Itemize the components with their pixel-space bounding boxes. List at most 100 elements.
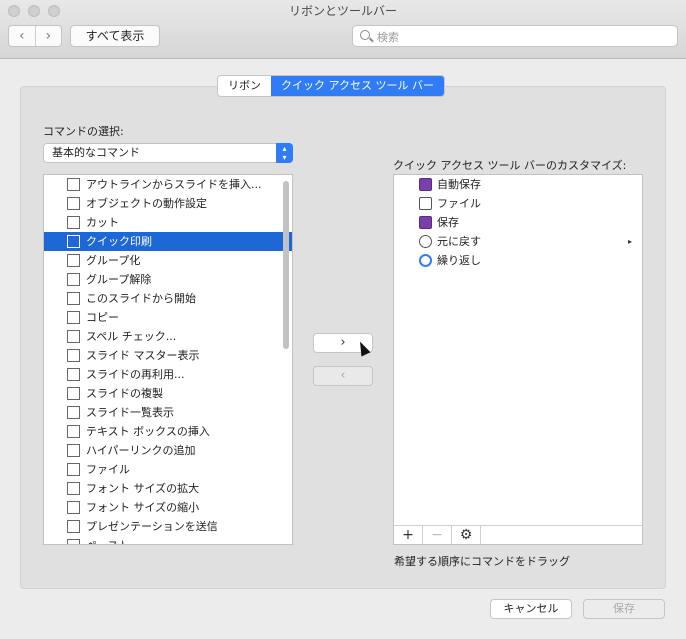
list-item[interactable]: プレゼンテーションを送信 — [44, 517, 292, 536]
command-icon — [67, 178, 80, 191]
commands-label: コマンドの選択: — [43, 125, 124, 138]
autosave-icon — [419, 178, 432, 191]
available-commands-list[interactable]: アウトラインからスライドを挿入... オブジェクトの動作設定 カットクイック印刷 グル… — [43, 174, 293, 545]
command-icon — [67, 292, 80, 305]
list-item-label: スライドの再利用... — [86, 368, 185, 381]
list-item[interactable]: オブジェクトの動作設定 — [44, 194, 292, 213]
command-icon — [67, 406, 80, 419]
list-item-label: 元に戻す — [437, 235, 481, 248]
customize-label: クイック アクセス ツール バーのカスタマイズ: — [393, 159, 627, 172]
list-item-label: 繰り返し — [437, 254, 481, 267]
list-item-label: このスライドから開始 — [86, 292, 196, 305]
list-item-label: フォント サイズの拡大 — [86, 482, 200, 495]
command-icon — [67, 482, 80, 495]
redo-icon — [419, 254, 432, 267]
list-item[interactable]: ペースト — [44, 536, 292, 544]
list-item[interactable]: 元に戻す ▸ — [394, 232, 642, 251]
list-item-label: クイック印刷 — [86, 235, 152, 248]
list-item[interactable]: フォント サイズの縮小 — [44, 498, 292, 517]
list-item[interactable]: カット — [44, 213, 292, 232]
list-item-label: カット — [86, 216, 119, 229]
command-icon — [67, 425, 80, 438]
list-toolbar: + − ⚙ — [394, 525, 642, 544]
list-item-label: テキスト ボックスの挿入 — [86, 425, 210, 438]
command-icon — [67, 349, 80, 362]
list-item[interactable]: スライド マスター表示 — [44, 346, 292, 365]
list-item-label: コピー — [86, 311, 119, 324]
list-item[interactable]: フォント サイズの拡大 — [44, 479, 292, 498]
command-icon — [67, 463, 80, 476]
window-title: リボンとツールバー — [288, 4, 397, 18]
search-field[interactable] — [352, 25, 678, 47]
command-icon — [67, 539, 80, 544]
list-item-label: スライドの複製 — [86, 387, 163, 400]
list-item[interactable]: アウトラインからスライドを挿入... — [44, 175, 292, 194]
commands-category-value: 基本的なコマンド — [52, 146, 140, 159]
back-button[interactable]: ‹ — [9, 26, 35, 46]
list-item[interactable]: 保存 — [394, 213, 642, 232]
command-icon — [67, 235, 80, 248]
command-icon — [67, 444, 80, 457]
list-item-label: アウトラインからスライドを挿入... — [86, 178, 262, 191]
command-icon — [67, 216, 80, 229]
commands-category-select[interactable]: 基本的なコマンド ▴ ▾ — [43, 143, 293, 163]
search-input[interactable] — [375, 28, 669, 46]
list-item-label: フォント サイズの縮小 — [86, 501, 200, 514]
folder-icon — [419, 197, 432, 210]
list-item[interactable]: グループ解除 — [44, 270, 292, 289]
search-icon — [360, 30, 370, 40]
list-item-label: ファイル — [437, 197, 481, 210]
command-icon — [67, 197, 80, 210]
tab-ribbon[interactable]: リボン — [218, 76, 271, 96]
list-item[interactable]: クイック印刷 — [44, 232, 292, 251]
list-item[interactable]: スライドの複製 — [44, 384, 292, 403]
preferences-window: リボンとツールバー ‹ › すべて表示 リボン クイック アクセス ツール バー… — [0, 0, 686, 639]
show-all-button[interactable]: すべて表示 — [70, 25, 160, 47]
list-item[interactable]: コピー — [44, 308, 292, 327]
list-item-label: 保存 — [437, 216, 459, 229]
list-item[interactable]: 繰り返し — [394, 251, 642, 270]
list-item[interactable]: テキスト ボックスの挿入 — [44, 422, 292, 441]
list-item[interactable]: グループ化 — [44, 251, 292, 270]
remove-item-button[interactable]: − — [423, 526, 452, 544]
scrollbar[interactable] — [283, 181, 289, 349]
save-icon — [419, 216, 432, 229]
save-button[interactable]: 保存 — [583, 599, 665, 619]
command-icon — [67, 501, 80, 514]
cancel-button[interactable]: キャンセル — [490, 599, 572, 619]
list-item[interactable]: ハイパーリンクの追加 — [44, 441, 292, 460]
list-item-label: プレゼンテーションを送信 — [86, 520, 218, 533]
list-item-label: グループ解除 — [86, 273, 152, 286]
list-item-label: スペル チェック... — [86, 330, 177, 343]
list-item-label: ファイル — [86, 463, 130, 476]
title-bar: リボンとツールバー ‹ › すべて表示 — [0, 0, 686, 59]
remove-command-button[interactable]: ‹ — [313, 366, 373, 386]
tab-bar: リボン クイック アクセス ツール バー — [217, 75, 445, 97]
forward-button[interactable]: › — [34, 26, 62, 46]
list-item[interactable]: スライドの再利用... — [44, 365, 292, 384]
list-item-label: ハイパーリンクの追加 — [86, 444, 196, 457]
list-item-label: 自動保存 — [437, 178, 481, 191]
list-item[interactable]: スライド一覧表示 — [44, 403, 292, 422]
list-item-label: オブジェクトの動作設定 — [86, 197, 207, 210]
drag-hint: 希望する順序にコマンドをドラッグ — [394, 555, 570, 568]
list-item[interactable]: このスライドから開始 — [44, 289, 292, 308]
list-item-label: グループ化 — [86, 254, 141, 267]
gear-icon[interactable]: ⚙ — [452, 526, 481, 544]
list-item[interactable]: ファイル — [44, 460, 292, 479]
command-icon — [67, 254, 80, 267]
list-item[interactable]: 自動保存 — [394, 175, 642, 194]
list-item[interactable]: スペル チェック... — [44, 327, 292, 346]
list-item[interactable]: ファイル — [394, 194, 642, 213]
command-icon — [67, 520, 80, 533]
list-item-label: ペースト — [86, 539, 129, 544]
submenu-arrow-icon[interactable]: ▸ — [628, 232, 632, 251]
tab-quick-access-toolbar[interactable]: クイック アクセス ツール バー — [271, 76, 444, 96]
add-item-button[interactable]: + — [394, 526, 423, 544]
list-item-label: スライド一覧表示 — [86, 406, 174, 419]
chevron-updown-icon: ▴ ▾ — [276, 143, 293, 163]
command-icon — [67, 387, 80, 400]
command-icon — [67, 311, 80, 324]
quick-access-commands-list[interactable]: 自動保存ファイル保存元に戻す ▸ 繰り返し + − ⚙ — [393, 174, 643, 545]
command-icon — [67, 368, 80, 381]
